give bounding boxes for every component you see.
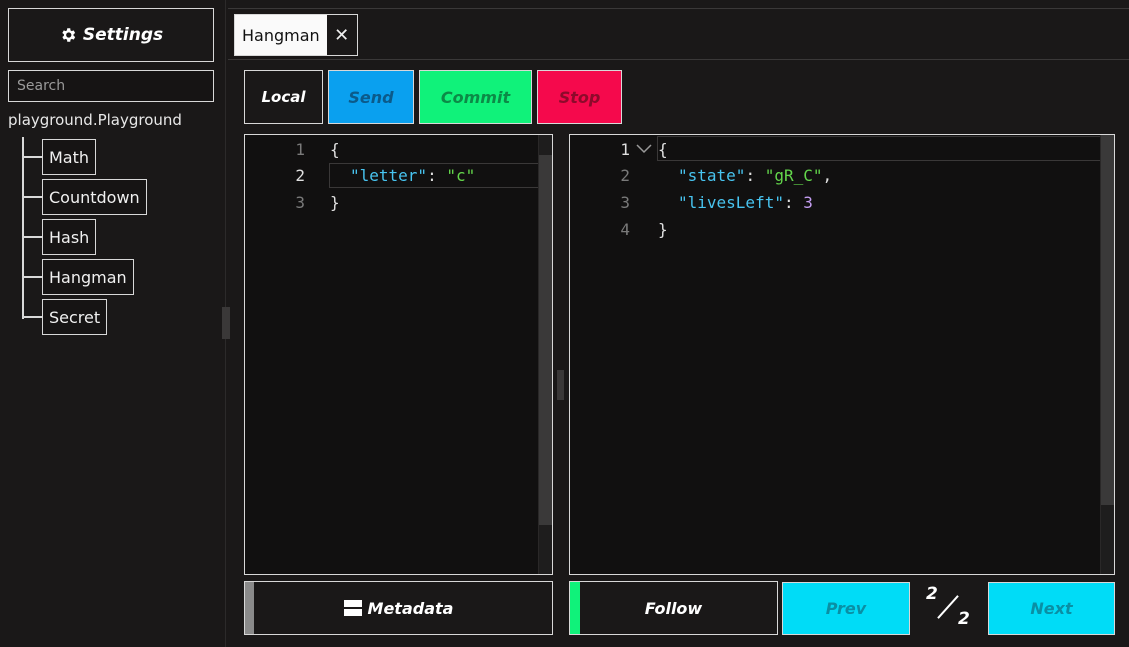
scrollbar-thumb[interactable] xyxy=(1101,135,1114,505)
sidebar-item-label[interactable]: Hash xyxy=(42,219,97,255)
code-token: "c" xyxy=(446,166,476,185)
chevron-down-icon[interactable] xyxy=(636,141,652,158)
follow-indicator xyxy=(570,582,580,634)
output-editor[interactable]: 1 2 3 4 { "state": "gR_C", "livesLeft": … xyxy=(569,134,1115,575)
metadata-indicator xyxy=(245,582,254,634)
settings-button[interactable]: Settings xyxy=(8,8,214,62)
code-line: "letter": "c" xyxy=(350,166,475,185)
code-token: 3 xyxy=(803,193,813,212)
sidebar-item-label[interactable]: Hangman xyxy=(42,259,134,295)
tree-root-label[interactable]: playground.Playground xyxy=(8,111,182,129)
tab-hangman[interactable]: Hangman ✕ xyxy=(234,14,358,56)
code-token: { xyxy=(330,140,340,159)
line-number: 3 xyxy=(620,193,630,212)
tab-bar: Hangman ✕ xyxy=(228,8,1129,60)
metadata-icon xyxy=(343,600,362,616)
line-number: 2 xyxy=(295,166,305,185)
sidebar-item-math[interactable]: Math xyxy=(22,139,97,175)
close-icon[interactable]: ✕ xyxy=(327,15,357,55)
code-line: { xyxy=(330,140,340,159)
line-number: 4 xyxy=(620,220,630,239)
sidebar-item-secret[interactable]: Secret xyxy=(22,299,108,335)
code-token: : xyxy=(427,166,447,185)
sidebar-item-label[interactable]: Countdown xyxy=(42,179,147,215)
code-token: "state" xyxy=(678,166,746,185)
code-line: "livesLeft": 3 xyxy=(678,193,813,212)
current-line-highlight xyxy=(657,136,1113,161)
code-token: } xyxy=(658,220,668,239)
code-token: { xyxy=(658,140,668,159)
metadata-label: Metadata xyxy=(367,598,454,618)
sidebar-item-countdown[interactable]: Countdown xyxy=(22,179,147,215)
page-indicator: 2 2 xyxy=(920,584,980,632)
sidebar-item-label[interactable]: Secret xyxy=(42,299,108,335)
line-number: 1 xyxy=(620,140,630,159)
scrollbar[interactable] xyxy=(538,135,552,574)
code-token: "gR_C" xyxy=(764,166,823,185)
metadata-button[interactable]: Metadata xyxy=(244,581,553,635)
tree-branch xyxy=(22,236,42,238)
code-line: } xyxy=(330,193,340,212)
tree-branch xyxy=(22,156,42,158)
gear-icon xyxy=(62,28,76,42)
page-total: 2 xyxy=(958,609,970,629)
main-panel: Hangman ✕ Local Send Commit Stop 1 2 3 {… xyxy=(228,0,1129,647)
code-token: : xyxy=(783,193,804,212)
line-number: 2 xyxy=(620,166,630,185)
send-button[interactable]: Send xyxy=(328,70,414,124)
follow-label: Follow xyxy=(644,598,703,618)
page-divider xyxy=(937,595,959,619)
code-token: "letter" xyxy=(350,166,428,185)
sidebar: Settings playground.Playground Math Coun… xyxy=(0,0,226,647)
scrollbar[interactable] xyxy=(1100,135,1114,574)
next-button[interactable]: Next xyxy=(988,582,1115,635)
tree-branch xyxy=(22,276,42,278)
line-number: 3 xyxy=(295,193,305,212)
tree-branch xyxy=(22,196,42,198)
sidebar-item-hangman[interactable]: Hangman xyxy=(22,259,134,295)
stop-button[interactable]: Stop xyxy=(537,70,622,124)
code-token: "livesLeft" xyxy=(678,193,784,212)
code-token: : xyxy=(745,166,765,185)
commit-button[interactable]: Commit xyxy=(419,70,532,124)
tree-branch xyxy=(22,316,42,318)
page-current: 2 xyxy=(926,584,938,604)
tab-label[interactable]: Hangman xyxy=(235,15,327,55)
code-line: "state": "gR_C", xyxy=(678,166,832,185)
follow-button[interactable]: Follow xyxy=(569,581,778,635)
code-line: } xyxy=(658,220,668,239)
local-button[interactable]: Local xyxy=(244,70,323,124)
input-editor[interactable]: 1 2 3 { "letter": "c" } xyxy=(244,134,553,575)
code-token: } xyxy=(330,193,340,212)
line-number: 1 xyxy=(295,140,305,159)
code-line: { xyxy=(658,140,668,159)
code-token: , xyxy=(822,166,833,185)
prev-button[interactable]: Prev xyxy=(782,582,910,635)
scrollbar-thumb[interactable] xyxy=(539,155,552,525)
editor-splitter[interactable] xyxy=(557,370,564,400)
settings-label: Settings xyxy=(82,25,164,45)
sidebar-item-label[interactable]: Math xyxy=(42,139,97,175)
search-input[interactable] xyxy=(8,70,214,102)
sidebar-item-hash[interactable]: Hash xyxy=(22,219,97,255)
